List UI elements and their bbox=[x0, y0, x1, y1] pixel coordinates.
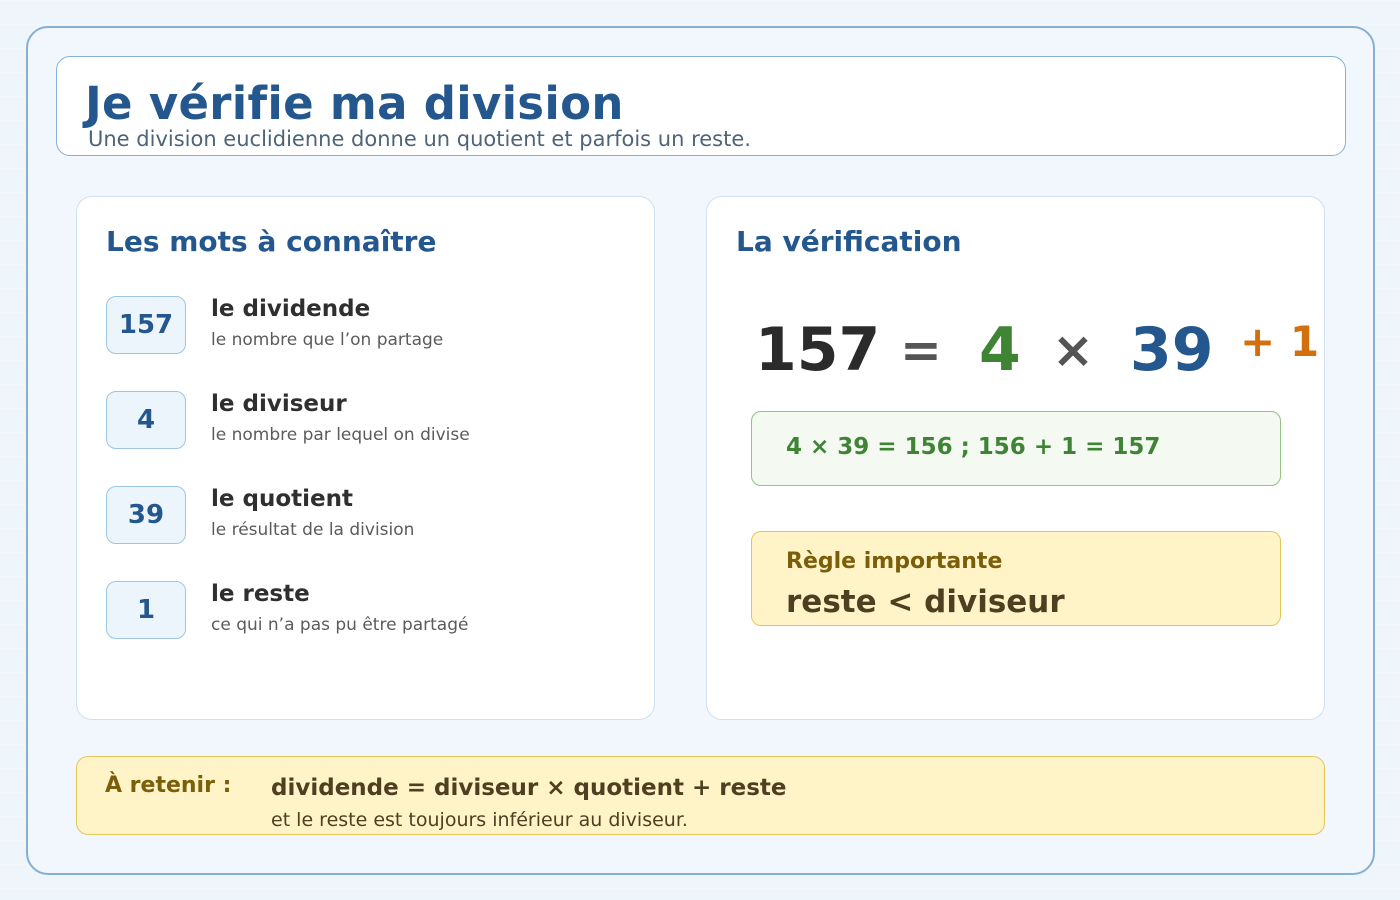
verification-card: La vérification 157 = 4 × 39 + 1 4 × 39 … bbox=[706, 196, 1325, 720]
term-name: le dividende bbox=[211, 296, 371, 322]
term-dividend: 157 le dividende le nombre que l’on part… bbox=[106, 296, 626, 356]
term-quotient: 39 le quotient le résultat de la divisio… bbox=[106, 486, 626, 546]
equation-quotient: 39 bbox=[1130, 315, 1214, 385]
calculation-check-text: 4 × 39 = 156 ; 156 + 1 = 157 bbox=[786, 434, 1161, 460]
equation-divisor: 4 bbox=[979, 315, 1021, 385]
vocabulary-title: Les mots à connaître bbox=[106, 225, 437, 258]
calculation-check-box: 4 × 39 = 156 ; 156 + 1 = 157 bbox=[751, 411, 1281, 486]
equals-sign: = bbox=[900, 321, 942, 379]
times-sign: × bbox=[1052, 321, 1094, 379]
rule-box: Règle importante reste < diviseur bbox=[751, 531, 1281, 626]
summary-box: À retenir : dividende = diviseur × quoti… bbox=[76, 756, 1325, 835]
summary-note: et le reste est toujours inférieur au di… bbox=[271, 809, 688, 831]
divisor-badge: 4 bbox=[106, 391, 186, 449]
term-remainder: 1 le reste ce qui n’a pas pu être partag… bbox=[106, 581, 626, 641]
summary-label: À retenir : bbox=[105, 773, 232, 798]
equation-dividend: 157 bbox=[755, 315, 881, 385]
term-name: le diviseur bbox=[211, 391, 347, 417]
term-description: le résultat de la division bbox=[211, 520, 415, 540]
equation-remainder: + 1 bbox=[1240, 317, 1320, 366]
term-description: ce qui n’a pas pu être partagé bbox=[211, 615, 469, 635]
header-panel: Je vérifie ma division Une division eucl… bbox=[56, 56, 1346, 156]
verification-equation: 157 = 4 × 39 + 1 bbox=[707, 307, 1326, 397]
verification-title: La vérification bbox=[736, 225, 962, 258]
term-name: le reste bbox=[211, 581, 310, 607]
term-description: le nombre par lequel on divise bbox=[211, 425, 470, 445]
page-subtitle: Une division euclidienne donne un quotie… bbox=[88, 127, 751, 151]
dividend-badge: 157 bbox=[106, 296, 186, 354]
page-title: Je vérifie ma division bbox=[85, 77, 624, 130]
vocabulary-card: Les mots à connaître 157 le dividende le… bbox=[76, 196, 655, 720]
remainder-badge: 1 bbox=[106, 581, 186, 639]
term-name: le quotient bbox=[211, 486, 353, 512]
term-divisor: 4 le diviseur le nombre par lequel on di… bbox=[106, 391, 626, 451]
rule-title: Règle importante bbox=[786, 549, 1003, 574]
term-description: le nombre que l’on partage bbox=[211, 330, 444, 350]
quotient-badge: 39 bbox=[106, 486, 186, 544]
summary-formula: dividende = diviseur × quotient + reste bbox=[271, 775, 787, 801]
rule-text: reste < diviseur bbox=[786, 584, 1065, 620]
